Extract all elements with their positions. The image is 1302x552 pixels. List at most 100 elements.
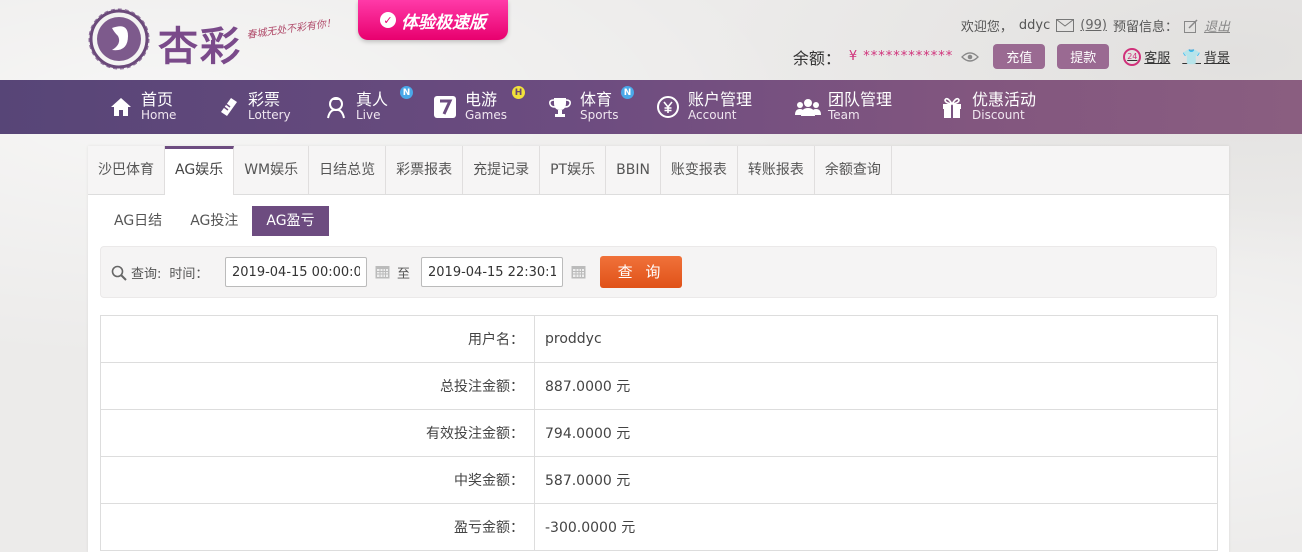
nav-label: 首页 <box>141 90 174 110</box>
nav-text-account: 账户管理 Account <box>688 90 753 123</box>
eye-icon[interactable] <box>961 51 980 63</box>
row-label: 盈亏金额： <box>100 503 535 551</box>
calendar-icon[interactable] <box>571 264 586 279</box>
header: 杏彩 春城无处不彩有你！ ✓ 体验极速版 欢迎您， ddyc (99) 预留信息… <box>0 0 1302 80</box>
customer-service-link[interactable]: 24 客服 <box>1123 47 1170 66</box>
row-label: 用户名： <box>100 315 535 363</box>
slot-seven-icon <box>434 96 456 118</box>
row-label: 总投注金额： <box>100 362 535 410</box>
nav-sublabel: Lottery <box>248 108 291 123</box>
nav-sublabel: Games <box>465 108 507 123</box>
yen-coin-icon <box>657 96 679 118</box>
nav-sublabel: Team <box>828 108 860 123</box>
report-panel: 沙巴体育 AG娱乐 WM娱乐 日结总览 彩票报表 充提记录 PT娱乐 BBIN … <box>88 146 1229 552</box>
site-logo[interactable]: 杏彩 春城无处不彩有你！ <box>88 8 337 72</box>
table-row: 中奖金额： 587.0000 元 <box>100 456 1218 504</box>
query-label: 查询: <box>131 267 162 282</box>
tab-transfer-report[interactable]: 转账报表 <box>738 146 815 194</box>
balance-value: ¥ ************ <box>848 49 954 64</box>
row-value: 587.0000 元 <box>534 456 1218 504</box>
balance-label: 余额： <box>792 48 841 68</box>
shirt-icon: 👕 <box>1182 47 1201 66</box>
table-row: 总投注金额： 887.0000 元 <box>100 362 1218 410</box>
nav-label: 体育 <box>580 90 613 110</box>
query-label-group: 查询: 时间： <box>111 263 208 282</box>
table-row: 盈亏金额： -300.0000 元 <box>100 503 1218 551</box>
query-bar: 查询: 时间： 至 查 询 <box>100 246 1217 298</box>
query-button[interactable]: 查 询 <box>600 256 682 288</box>
nav-text-discount: 优惠活动 Discount <box>972 90 1037 123</box>
nav-text-team: 团队管理 Team <box>828 90 893 123</box>
nav-item-sports[interactable]: 体育 Sports N <box>547 80 634 134</box>
start-date-input[interactable] <box>225 257 367 287</box>
row-value: -300.0000 元 <box>534 503 1218 551</box>
nav-sublabel: Home <box>141 108 177 123</box>
home-icon <box>111 98 131 116</box>
nav-text-live: 真人 Live <box>356 90 389 123</box>
subtab-ag-daily[interactable]: AG日结 <box>100 206 176 236</box>
table-row: 用户名： proddyc <box>100 315 1218 363</box>
dealer-icon <box>327 97 345 119</box>
tab-lottery-report[interactable]: 彩票报表 <box>386 146 464 194</box>
tab-daily-overview[interactable]: 日结总览 <box>309 146 387 194</box>
tab-balance-query[interactable]: 余额查询 <box>815 146 892 194</box>
withdraw-button[interactable]: 提款 <box>1057 44 1110 69</box>
tab-balance-change-report[interactable]: 账变报表 <box>661 146 738 194</box>
to-label: 至 <box>397 267 411 282</box>
nav-label: 团队管理 <box>828 90 893 110</box>
mail-count-link[interactable]: (99) <box>1080 18 1107 33</box>
nav-item-home[interactable]: 首页 Home <box>108 80 176 134</box>
nav-item-team[interactable]: 团队管理 Team <box>795 80 892 134</box>
subtab-ag-profit-loss[interactable]: AG盈亏 <box>252 206 329 236</box>
nav-label: 优惠活动 <box>972 90 1037 110</box>
logout-link[interactable]: 退出 <box>1204 16 1230 35</box>
row-label: 中奖金额： <box>100 456 535 504</box>
team-icon <box>795 99 821 116</box>
nav-text-lottery: 彩票 Lottery <box>248 91 291 123</box>
nav-label: 电游 <box>465 90 498 110</box>
calendar-icon[interactable] <box>375 264 390 279</box>
nav-item-discount[interactable]: 优惠活动 Discount <box>939 80 1036 134</box>
tab-deposit-withdraw-records[interactable]: 充提记录 <box>463 146 541 194</box>
fast-version-button[interactable]: ✓ 体验极速版 <box>358 0 508 40</box>
nav-sublabel: Sports <box>580 108 619 123</box>
end-date-input[interactable] <box>421 257 563 287</box>
nav-label: 账户管理 <box>688 90 753 110</box>
hot-badge: H <box>512 86 525 99</box>
time-label: 时间： <box>169 267 209 282</box>
nav-label: 真人 <box>356 90 389 110</box>
tab-bbin[interactable]: BBIN <box>606 146 661 194</box>
row-value: 794.0000 元 <box>534 409 1218 457</box>
subtab-ag-bets[interactable]: AG投注 <box>176 206 252 236</box>
nav-text-home: 首页 Home <box>141 90 177 123</box>
nav-sublabel: Live <box>356 108 381 123</box>
nav-sublabel: Account <box>688 108 737 123</box>
background-link[interactable]: 👕 背景 <box>1182 47 1230 67</box>
rocket-icon: ✓ <box>380 12 396 28</box>
tab-pt-entertainment[interactable]: PT娱乐 <box>540 146 607 194</box>
logo-emblem-icon <box>88 8 150 70</box>
welcome-text: 欢迎您， <box>960 20 1013 35</box>
user-info-bar: 欢迎您， ddyc (99) 预留信息： 退出 <box>961 16 1230 35</box>
gift-icon <box>943 97 961 118</box>
logo-slogan: 春城无处不彩有你！ <box>245 17 337 42</box>
ticket-icon <box>221 98 237 116</box>
trophy-icon <box>549 98 571 117</box>
mail-icon[interactable] <box>1056 19 1075 32</box>
nav-sublabel: Discount <box>972 108 1025 123</box>
tab-wm-entertainment[interactable]: WM娱乐 <box>234 146 310 194</box>
username: ddyc <box>1018 18 1051 33</box>
search-icon <box>111 265 127 281</box>
nav-item-lottery[interactable]: 彩票 Lottery <box>215 80 291 134</box>
fast-version-label: 体验极速版 <box>401 12 486 33</box>
nav-item-account[interactable]: 账户管理 Account <box>655 80 752 134</box>
edit-icon[interactable] <box>1183 18 1198 33</box>
row-value: 887.0000 元 <box>534 362 1218 410</box>
nav-item-games[interactable]: 电游 Games H <box>432 80 525 134</box>
customer-service-label: 客服 <box>1144 51 1171 66</box>
tab-ag-entertainment[interactable]: AG娱乐 <box>165 146 235 195</box>
row-label: 有效投注金额： <box>100 409 535 457</box>
recharge-button[interactable]: 充值 <box>993 44 1046 69</box>
nav-item-live[interactable]: 真人 Live N <box>323 80 413 134</box>
tab-saba-sports[interactable]: 沙巴体育 <box>88 146 165 194</box>
